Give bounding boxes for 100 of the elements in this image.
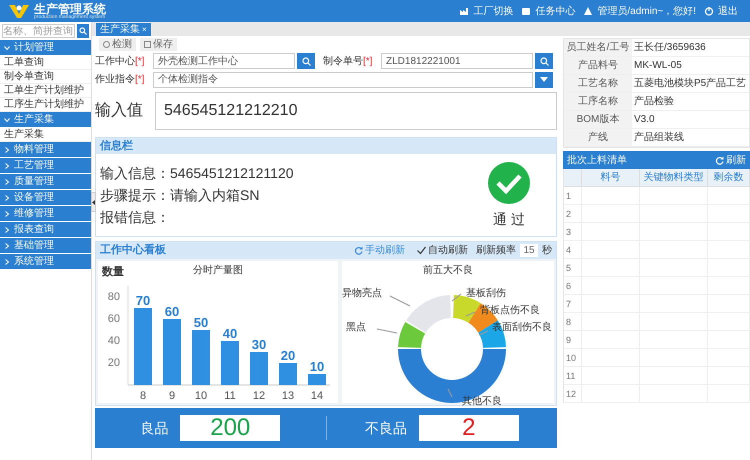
- menu-group[interactable]: 物料管理: [0, 142, 91, 157]
- refresh-button[interactable]: 刷新: [715, 152, 746, 168]
- detail-label: 产线: [564, 129, 632, 146]
- detail-label: BOM版本: [564, 111, 632, 128]
- tick-label: 40: [108, 334, 120, 347]
- data-label: 40: [222, 326, 238, 341]
- row-number: 10: [564, 349, 582, 367]
- total-label: 良品: [140, 418, 168, 438]
- data-label: 20: [280, 348, 296, 363]
- row-number: 5: [564, 259, 582, 277]
- detail-value: V3.0: [633, 113, 656, 127]
- total-value: 200: [180, 415, 280, 441]
- search-field[interactable]: 名称、简拼查询: [2, 24, 75, 38]
- menu-group[interactable]: 基础管理: [0, 238, 91, 253]
- check-icon: [487, 160, 531, 204]
- detail-value: MK-WL-05: [633, 59, 683, 73]
- bar: [221, 341, 239, 385]
- leader-line: [466, 312, 476, 316]
- tick-label: 14: [310, 390, 324, 402]
- total-value: 2: [418, 415, 519, 441]
- menu-group-label: 维修管理: [14, 208, 54, 218]
- input-field[interactable]: 外壳检测工作中心: [153, 53, 295, 69]
- menu-item[interactable]: 制令单查询: [0, 70, 91, 84]
- menu-group-label: 工艺管理: [14, 160, 54, 170]
- field-label: 输入值: [95, 100, 144, 121]
- toolbar-button[interactable]: 保存: [140, 38, 177, 50]
- header-link[interactable]: 管理员/admin~，您好!: [597, 4, 696, 18]
- tick-label: 13: [282, 390, 294, 402]
- menu-group[interactable]: 生产采集: [0, 112, 91, 127]
- menu-group-label: 设备管理: [14, 192, 54, 202]
- slice-label: 表面刮伤不良: [492, 323, 552, 333]
- bar: [279, 363, 297, 385]
- field-label: 作业指令[*]: [95, 72, 146, 87]
- data-label: 30: [252, 337, 266, 352]
- column-header: 剩余数: [708, 169, 750, 187]
- menu-item[interactable]: 工单生产计划维护: [0, 84, 91, 98]
- detail-label: 工序名称: [564, 93, 632, 110]
- menu-group[interactable]: 系统管理: [0, 254, 91, 269]
- input-field[interactable]: 546545121212210: [155, 92, 557, 130]
- menu-group[interactable]: 计划管理: [0, 40, 91, 55]
- folder-icon: [521, 6, 532, 16]
- header-link[interactable]: 退出: [718, 4, 738, 18]
- field-label: 工作中心[*]: [95, 54, 146, 68]
- chevron-right-icon: [4, 194, 10, 200]
- menu-group-label: 计划管理: [14, 42, 54, 52]
- rate-field[interactable]: 15: [520, 244, 538, 257]
- panel-title: 工作中心看板: [100, 242, 166, 258]
- auto-refresh-checkbox[interactable]: 自动刷新: [417, 243, 468, 258]
- tick-label: 9: [168, 390, 176, 402]
- arrow-left-icon: [92, 200, 95, 204]
- tick-label: 8: [140, 390, 146, 402]
- row-number: 6: [564, 277, 582, 295]
- axis-title: 数量: [102, 266, 124, 278]
- total-label: 不良品: [364, 418, 407, 438]
- menu-group[interactable]: 维修管理: [0, 206, 91, 221]
- bar: [250, 352, 268, 385]
- menu-group-label: 报表查询: [14, 224, 54, 234]
- panel-title: 批次上料清单: [567, 154, 627, 168]
- row-number: 1: [564, 187, 582, 205]
- detail-value: 产品检验: [633, 94, 675, 109]
- menu-item[interactable]: 工单查询: [0, 56, 91, 70]
- search-button[interactable]: [77, 24, 89, 38]
- dropdown-button[interactable]: [535, 72, 553, 88]
- tick-label: 60: [108, 312, 120, 325]
- leader-line: [478, 330, 488, 336]
- menu-group[interactable]: 报表查询: [0, 222, 91, 237]
- chevron-right-icon: [4, 242, 10, 248]
- collapse-handle[interactable]: [91, 192, 96, 212]
- refresh-button[interactable]: 手动刷新: [354, 243, 405, 258]
- search-button[interactable]: [535, 53, 553, 69]
- header-link[interactable]: 工厂切换: [473, 4, 514, 18]
- column-header: 料号: [582, 169, 640, 187]
- data-label: 60: [164, 304, 180, 319]
- menu-group[interactable]: 质量管理: [0, 174, 91, 189]
- menu-group[interactable]: 工艺管理: [0, 158, 91, 173]
- chevron-right-icon: [4, 162, 10, 168]
- chevron-right-icon: [4, 210, 10, 216]
- circle-icon: [103, 40, 110, 48]
- bar: [163, 319, 181, 385]
- tick-label: 20: [108, 356, 120, 369]
- input-field[interactable]: 个体检测指令: [153, 72, 533, 88]
- input-field[interactable]: ZLD1812221001: [381, 53, 533, 69]
- detail-label: 产品料号: [564, 57, 632, 74]
- info-line: 输入信息：5465451212121120: [100, 164, 295, 182]
- menu-group-label: 生产采集: [14, 114, 54, 124]
- slice-label: 异物亮点: [342, 289, 382, 299]
- search-button[interactable]: [297, 53, 315, 69]
- rate-label: 刷新频率: [476, 244, 516, 258]
- menu-group[interactable]: 设备管理: [0, 190, 91, 205]
- rate-unit: 秒: [542, 244, 552, 258]
- leader-line: [376, 328, 398, 334]
- row-number: 12: [564, 385, 582, 403]
- row-number: 2: [564, 205, 582, 223]
- search-icon: [540, 56, 548, 66]
- chevron-right-icon: [4, 258, 10, 264]
- slice-label: 黑点: [346, 323, 366, 333]
- app-title: 生产管理系统: [34, 2, 106, 14]
- toolbar-button[interactable]: 检测: [99, 38, 136, 50]
- header-link[interactable]: 任务中心: [535, 4, 576, 18]
- tab[interactable]: 生产采集 ×: [96, 23, 151, 36]
